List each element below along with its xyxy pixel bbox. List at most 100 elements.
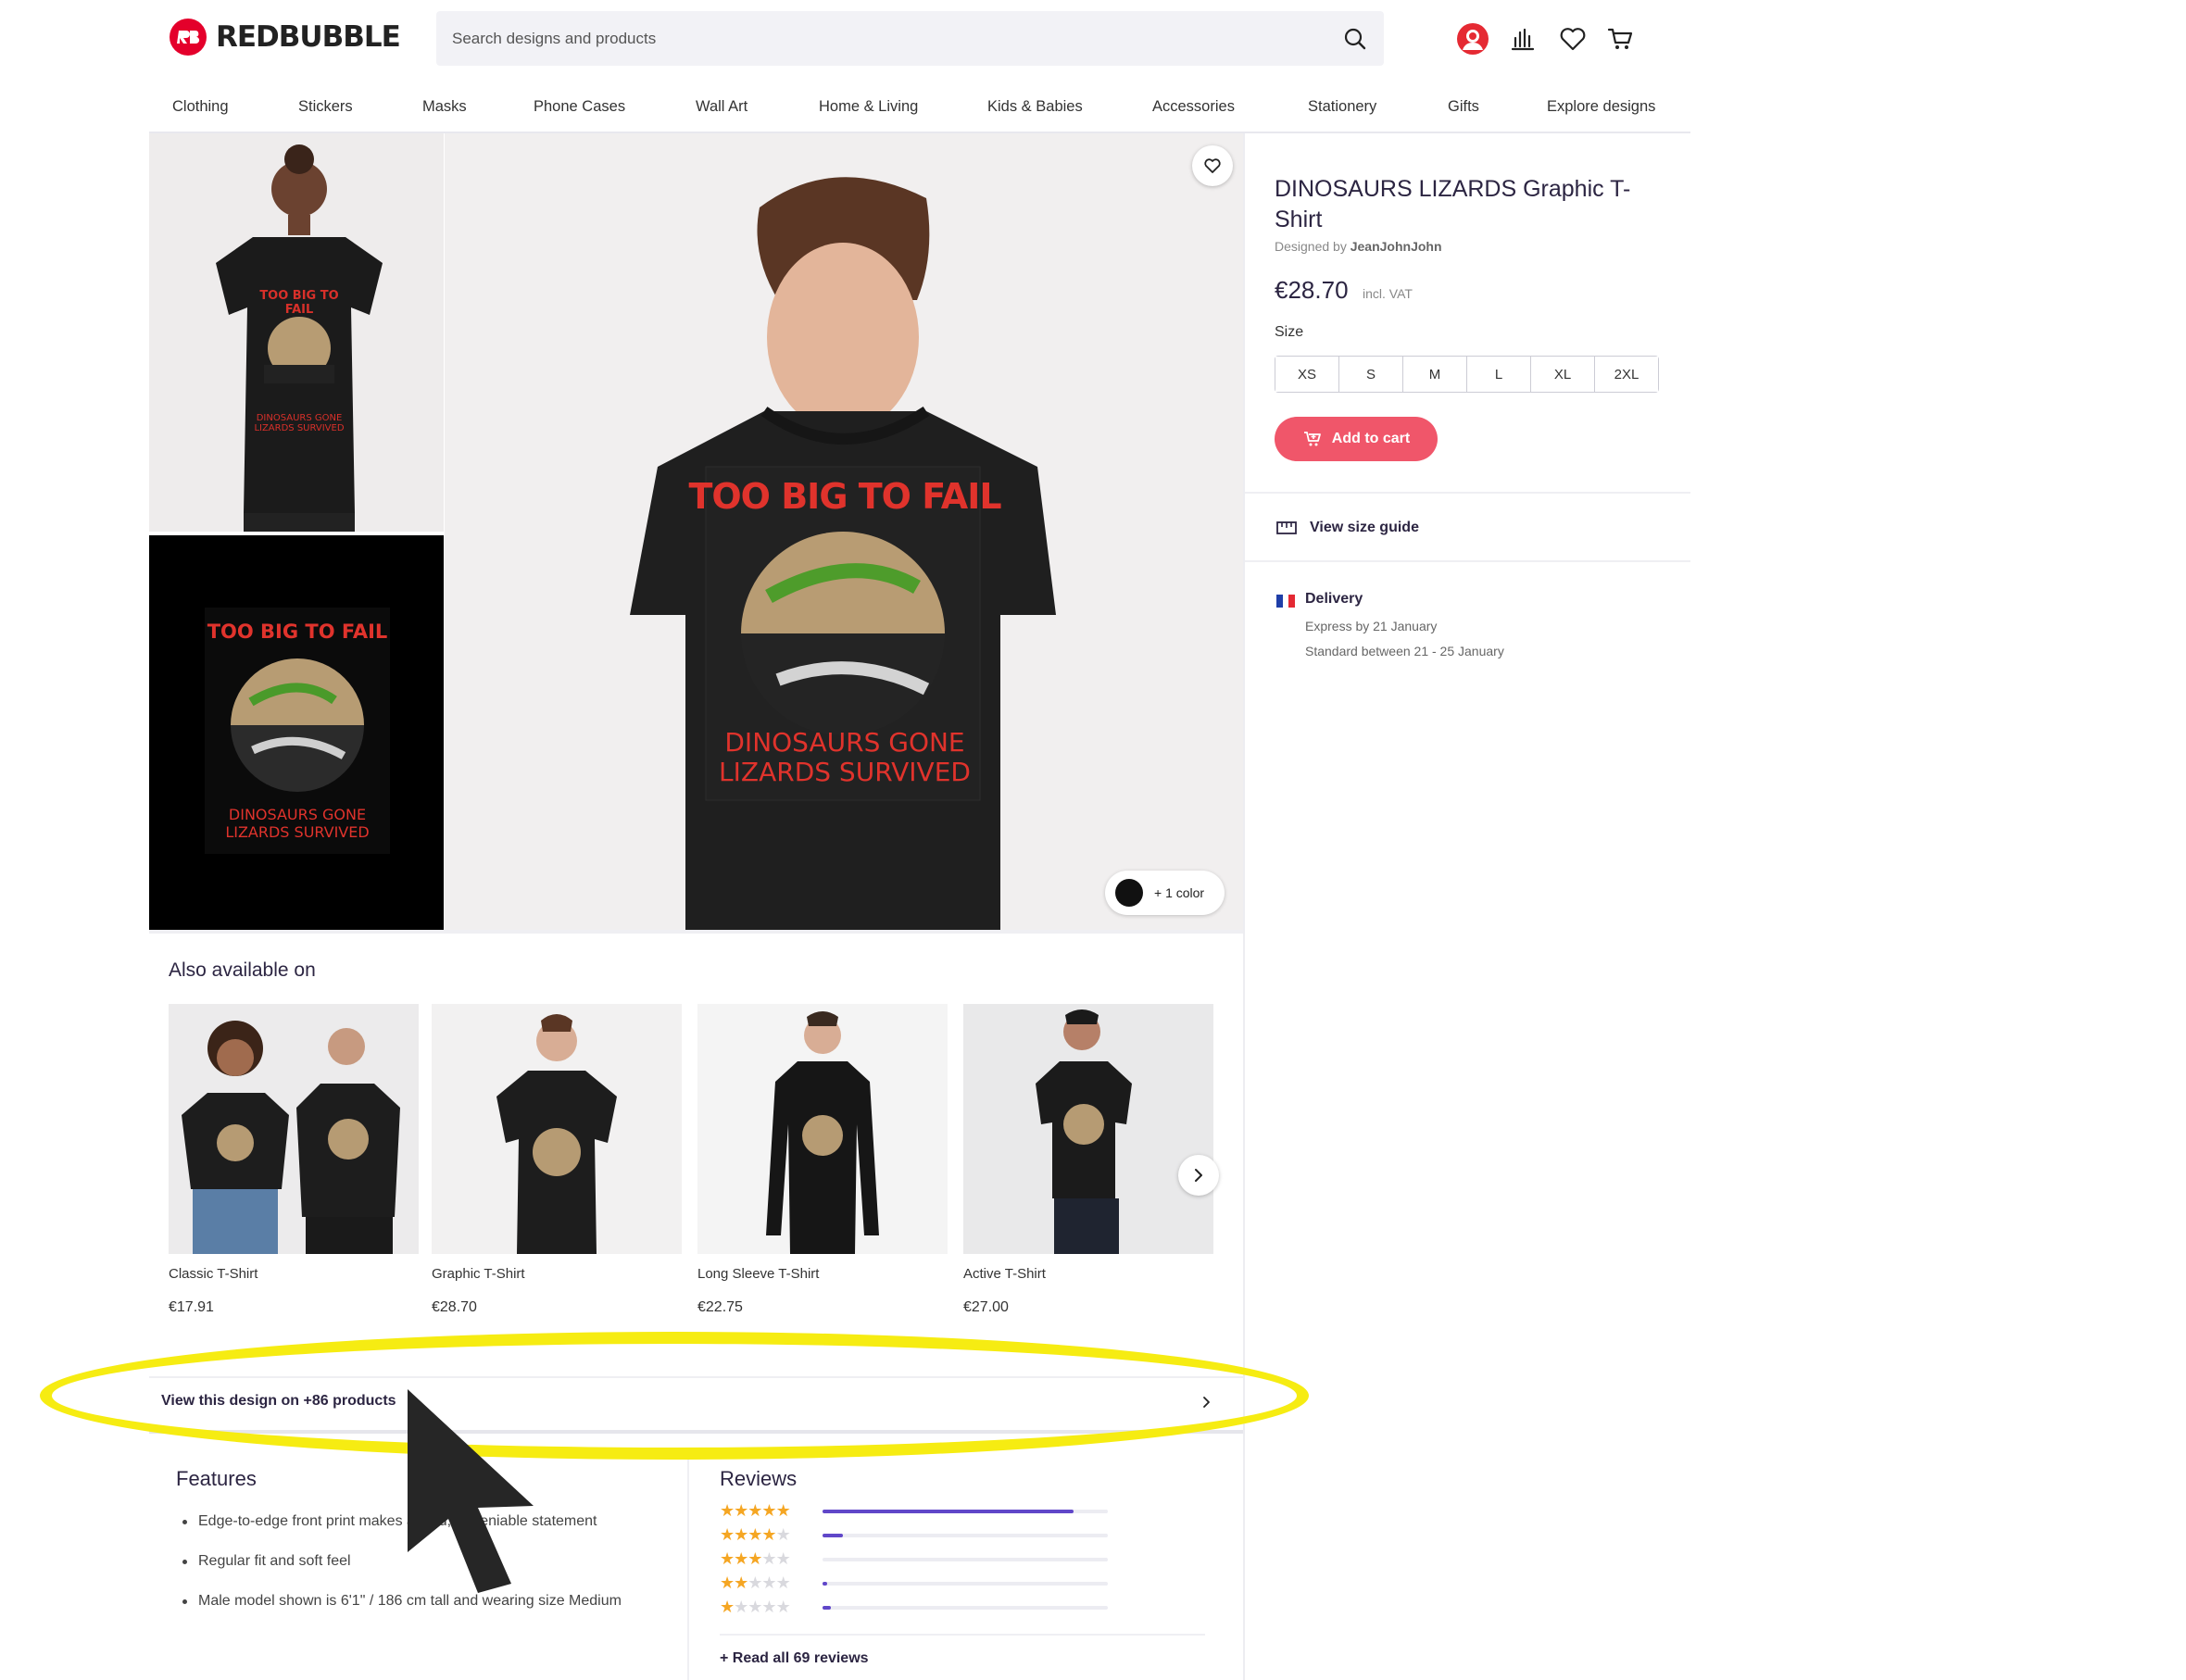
female-model-shirt-image <box>149 133 444 532</box>
review-row-2-star[interactable]: ★★★★★ <box>720 1573 1108 1593</box>
favorite-button[interactable] <box>1192 145 1233 186</box>
nav-item-masks[interactable]: Masks <box>422 98 467 116</box>
search-bar[interactable] <box>436 11 1384 66</box>
vat-note: incl. VAT <box>1363 286 1413 301</box>
gallery-thumbnail-model[interactable]: TOO BIG TO FAIL DINOSAURS GONE LIZARDS S… <box>149 133 444 532</box>
cart-plus-icon <box>1303 432 1321 446</box>
add-to-cart-label: Add to cart <box>1331 431 1411 446</box>
nav-item-kids-babies[interactable]: Kids & Babies <box>987 98 1083 116</box>
review-bar-track <box>823 1510 1108 1513</box>
nav-item-wall-art[interactable]: Wall Art <box>696 98 748 116</box>
size-label: Size <box>1275 324 1304 340</box>
star-rating-icon: ★★★★★ <box>720 1525 791 1545</box>
thumb2-artwork-caption: DINOSAURS GONE LIZARDS SURVIVED <box>205 806 390 841</box>
star-rating-icon: ★★★★★ <box>720 1549 791 1569</box>
size-option-s[interactable]: S <box>1339 357 1403 392</box>
product-card-name: Classic T-Shirt <box>169 1266 258 1282</box>
product-card-classic-tshirt[interactable]: Classic T-Shirt €17.91 <box>169 1004 419 1316</box>
product-card-active-tshirt[interactable]: Active T-Shirt €27.00 <box>963 1004 1213 1316</box>
size-option-2xl[interactable]: 2XL <box>1595 357 1658 392</box>
review-bar-track <box>823 1606 1108 1610</box>
review-bar-fill <box>823 1534 843 1537</box>
designer-credit: Designed by JeanJohnJohn <box>1275 239 1442 254</box>
nav-item-stickers[interactable]: Stickers <box>298 98 353 116</box>
search-input[interactable] <box>452 29 1323 48</box>
thumb2-caption-line2: LIZARDS SURVIVED <box>225 823 370 841</box>
star-rating-icon: ★★★★★ <box>720 1501 791 1521</box>
product-card-image <box>169 1004 419 1254</box>
nav-item-home-living[interactable]: Home & Living <box>819 98 918 116</box>
ruler-icon <box>1276 521 1297 534</box>
thumb1-caption-line1: DINOSAURS GONE <box>256 413 343 423</box>
product-card-long-sleeve-tshirt[interactable]: Long Sleeve T-Shirt €22.75 <box>697 1004 948 1316</box>
nav-item-explore-designs[interactable]: Explore designs <box>1547 98 1655 116</box>
redbubble-logo[interactable]: REDBUBBLE <box>170 19 401 56</box>
artwork-flat-image <box>205 608 390 854</box>
wishlist-heart-icon[interactable] <box>1556 22 1589 56</box>
heart-icon <box>1204 158 1221 173</box>
brand-name: REDBUBBLE <box>216 20 401 54</box>
designed-by-label: Designed by <box>1275 239 1347 254</box>
panel-rule-2 <box>1245 560 1690 562</box>
view-row-divider-top <box>149 1376 1243 1378</box>
cart-icon[interactable] <box>1604 22 1638 56</box>
size-option-xs[interactable]: XS <box>1275 357 1339 392</box>
color-swatch <box>1115 879 1143 907</box>
size-selector: XS S M L XL 2XL <box>1275 356 1659 393</box>
read-all-reviews-link[interactable]: + Read all 69 reviews <box>720 1650 869 1667</box>
features-title: Features <box>176 1467 257 1490</box>
account-avatar-icon[interactable] <box>1456 22 1489 56</box>
nav-item-stationery[interactable]: Stationery <box>1308 98 1376 116</box>
nav-item-gifts[interactable]: Gifts <box>1448 98 1479 116</box>
add-to-cart-button[interactable]: Add to cart <box>1275 417 1438 461</box>
review-bar-fill <box>823 1510 1074 1513</box>
main-product-image[interactable]: TOO BIG TO FAIL DINOSAURS GONE LIZARDS S… <box>445 133 1243 930</box>
panel-divider <box>1243 133 1245 1680</box>
thumb1-artwork-caption: DINOSAURS GONE LIZARDS SURVIVED <box>253 413 345 433</box>
review-bar-fill <box>823 1606 831 1610</box>
nav-item-clothing[interactable]: Clothing <box>172 98 229 116</box>
nav-item-phone-cases[interactable]: Phone Cases <box>534 98 625 116</box>
search-icon[interactable] <box>1341 25 1369 53</box>
category-nav: Clothing Stickers Masks Phone Cases Wall… <box>0 89 2186 132</box>
size-option-l[interactable]: L <box>1467 357 1531 392</box>
size-guide-link[interactable]: View size guide <box>1276 520 1419 536</box>
star-rating-icon: ★★★★★ <box>720 1573 791 1593</box>
color-selector-pill[interactable]: + 1 color <box>1105 871 1225 915</box>
product-card-graphic-tshirt[interactable]: Graphic T-Shirt €28.70 <box>432 1004 682 1316</box>
view-row-divider-bottom <box>149 1430 1243 1434</box>
product-card-name: Active T-Shirt <box>963 1266 1046 1282</box>
reviews-divider <box>720 1634 1205 1636</box>
gallery-thumbnail-artwork[interactable]: TOO BIG TO FAIL DINOSAURS GONE LIZARDS S… <box>149 535 444 930</box>
main-artwork-caption: DINOSAURS GONE LIZARDS SURVIVED <box>687 728 1002 787</box>
delivery-standard: Standard between 21 - 25 January <box>1305 644 1504 658</box>
delivery-title: Delivery <box>1305 591 1363 607</box>
size-guide-label: View size guide <box>1310 520 1419 535</box>
main-caption-line2: LIZARDS SURVIVED <box>719 757 971 787</box>
product-title: DINOSAURS LIZARDS Graphic T-Shirt <box>1275 176 1631 232</box>
review-row-5-star[interactable]: ★★★★★ <box>720 1501 1108 1521</box>
designer-link[interactable]: JeanJohnJohn <box>1351 239 1442 254</box>
mouse-pointer-icon <box>408 1389 534 1593</box>
size-option-xl[interactable]: XL <box>1531 357 1595 392</box>
review-row-1-star[interactable]: ★★★★★ <box>720 1599 1108 1617</box>
also-available-title: Also available on <box>169 959 316 981</box>
review-row-3-star[interactable]: ★★★★★ <box>720 1549 1108 1569</box>
nav-item-accessories[interactable]: Accessories <box>1152 98 1235 116</box>
dashboard-chart-icon[interactable] <box>1506 22 1539 56</box>
product-card-name: Graphic T-Shirt <box>432 1266 525 1282</box>
main-artwork-title: TOO BIG TO FAIL <box>688 476 1001 517</box>
view-all-products-link[interactable]: View this design on +86 products <box>161 1393 396 1410</box>
review-bar-fill <box>823 1582 827 1586</box>
thumb2-artwork-title: TOO BIG TO FAIL <box>207 621 388 643</box>
carousel-next-button[interactable] <box>1178 1155 1219 1196</box>
size-option-m[interactable]: M <box>1403 357 1467 392</box>
thumb2-caption-line1: DINOSAURS GONE <box>228 806 367 823</box>
product-card-name: Long Sleeve T-Shirt <box>697 1266 820 1282</box>
france-flag-icon <box>1276 595 1296 608</box>
product-card-price: €27.00 <box>963 1299 1009 1315</box>
product-card-price: €17.91 <box>169 1299 214 1315</box>
review-bar-track <box>823 1582 1108 1586</box>
chevron-right-icon[interactable] <box>1200 1395 1214 1410</box>
review-row-4-star[interactable]: ★★★★★ <box>720 1525 1108 1545</box>
